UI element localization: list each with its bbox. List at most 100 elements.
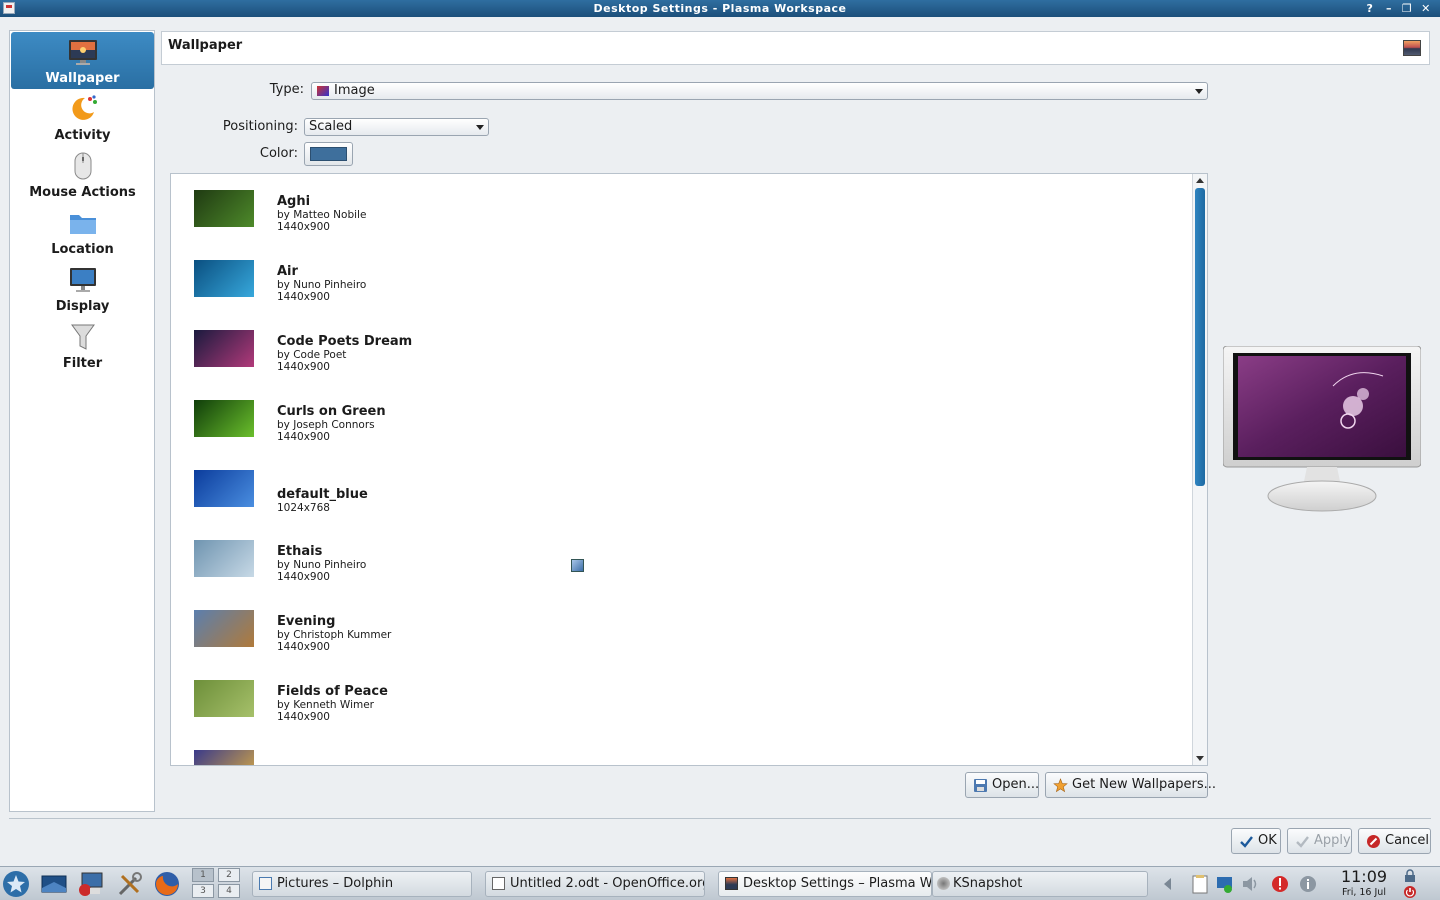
- minimize-button[interactable]: –: [1381, 0, 1397, 17]
- list-item[interactable]: Curls on Green by Joseph Connors 1440x900: [171, 384, 1191, 454]
- info-icon[interactable]: [1298, 874, 1318, 894]
- vertical-scrollbar[interactable]: [1192, 174, 1207, 765]
- type-select-value: Image: [334, 83, 375, 98]
- cancel-button[interactable]: Cancel: [1358, 828, 1431, 854]
- maximize-button[interactable]: ❐: [1399, 0, 1415, 17]
- apply-button[interactable]: Apply: [1287, 828, 1352, 854]
- chevron-down-icon: [1195, 89, 1203, 94]
- scroll-up-arrow-icon[interactable]: [1196, 178, 1204, 183]
- update-notifier-icon[interactable]: [1215, 874, 1235, 894]
- positioning-select[interactable]: Scaled: [304, 118, 489, 136]
- clock[interactable]: 11:09 Fri, 16 Jul: [1334, 867, 1394, 898]
- image-plugin-icon: [317, 86, 329, 96]
- pager-desktop-4[interactable]: 4: [218, 884, 240, 898]
- sidebar-item-location[interactable]: Location: [11, 203, 154, 260]
- wallpaper-thumbnail: [194, 260, 254, 297]
- list-item[interactable]: Finally Summer in Germany: [171, 734, 1191, 765]
- alert-icon[interactable]: [1270, 874, 1290, 894]
- folder-icon: [70, 215, 96, 234]
- kde-launcher-icon[interactable]: [2, 870, 30, 898]
- open-button[interactable]: Open...: [965, 772, 1039, 798]
- list-item[interactable]: Fields of Peace by Kenneth Wimer 1440x900: [171, 664, 1191, 734]
- ok-button[interactable]: OK: [1231, 828, 1281, 854]
- save-disk-icon: [974, 779, 987, 792]
- wallpaper-name: Ethais: [277, 544, 323, 559]
- sidebar-item-wallpaper[interactable]: Wallpaper: [11, 32, 154, 89]
- list-item[interactable]: default_blue 1024x768: [171, 454, 1191, 524]
- system-monitor-icon[interactable]: [76, 870, 104, 898]
- dolphin-icon: [259, 877, 272, 890]
- sidebar-item-filter[interactable]: Filter: [11, 317, 154, 374]
- wallpaper-author: by Joseph Connors: [277, 419, 375, 431]
- taskbar: 1 2 3 4 Pictures – Dolphin Untitled 2.od…: [0, 866, 1440, 900]
- list-item[interactable]: Aghi by Matteo Nobile 1440x900: [171, 174, 1191, 244]
- wallpaper-author: by Kenneth Wimer: [277, 699, 374, 711]
- sidebar-item-label: Filter: [62, 356, 103, 371]
- power-icon[interactable]: [1403, 885, 1417, 899]
- type-label: Type:: [269, 82, 304, 97]
- color-picker-button[interactable]: [304, 142, 353, 166]
- wallpaper-preview: [1223, 346, 1421, 512]
- wallpaper-resolution: 1440x900: [277, 571, 330, 583]
- lock-screen-icon[interactable]: [1403, 869, 1417, 883]
- sidebar-item-label: Activity: [54, 128, 111, 143]
- list-item[interactable]: Air by Nuno Pinheiro 1440x900: [171, 244, 1191, 314]
- list-item[interactable]: Code Poets Dream by Code Poet 1440x900: [171, 314, 1191, 384]
- chevron-down-icon: [476, 125, 484, 130]
- wallpaper-thumbnail: [194, 190, 254, 227]
- pager-desktop-3[interactable]: 3: [192, 884, 214, 898]
- sidebar-item-mouse-actions[interactable]: Mouse Actions: [11, 146, 154, 203]
- mouse-icon: [74, 152, 92, 180]
- window-titlebar[interactable]: Desktop Settings - Plasma Workspace ? – …: [0, 0, 1440, 17]
- type-select[interactable]: Image: [311, 82, 1208, 100]
- pager-desktop-2[interactable]: 2: [218, 868, 240, 882]
- display-icon: [70, 268, 96, 292]
- sidebar-item-label: Location: [51, 242, 114, 257]
- wallpaper-icon: [725, 877, 738, 890]
- task-dolphin[interactable]: Pictures – Dolphin: [252, 871, 472, 897]
- wallpaper-name: Air: [277, 264, 298, 279]
- tray-collapse-arrow-icon[interactable]: [1158, 874, 1178, 894]
- clipboard-icon[interactable]: [1190, 874, 1210, 894]
- get-new-wallpapers-button[interactable]: Get New Wallpapers...: [1045, 772, 1216, 798]
- wallpaper-author: by Nuno Pinheiro: [277, 279, 367, 291]
- color-label: Color:: [259, 146, 298, 161]
- list-item[interactable]: Ethais by Nuno Pinheiro 1440x900: [171, 524, 1191, 594]
- page-header: Wallpaper: [161, 31, 1430, 65]
- settings-sidebar: Wallpaper Activity Mouse Actions Locatio…: [9, 30, 155, 812]
- close-button[interactable]: ✕: [1418, 0, 1434, 17]
- checkmark-icon: [1240, 836, 1253, 848]
- help-button[interactable]: ?: [1362, 0, 1378, 17]
- wallpaper-thumbnail: [194, 330, 254, 367]
- sidebar-item-activity[interactable]: Activity: [11, 89, 154, 146]
- wallpaper-name: Aghi: [277, 194, 311, 209]
- wallpaper-name: Evening: [277, 614, 336, 629]
- wallpaper-icon: [69, 40, 97, 65]
- wallpaper-name: Fields of Peace: [277, 684, 388, 699]
- divider: [9, 818, 1431, 819]
- positioning-label: Positioning:: [222, 119, 298, 134]
- list-item[interactable]: Evening by Christoph Kummer 1440x900: [171, 594, 1191, 664]
- scrollbar-thumb[interactable]: [1195, 188, 1205, 486]
- pager-desktop-1[interactable]: 1: [192, 868, 214, 882]
- system-settings-icon[interactable]: [116, 870, 144, 898]
- volume-icon[interactable]: [1240, 874, 1260, 894]
- window-title: Desktop Settings - Plasma Workspace: [593, 2, 847, 15]
- wallpaper-list[interactable]: Aghi by Matteo Nobile 1440x900 Air by Nuno P…: [170, 173, 1208, 766]
- camera-icon: [937, 877, 950, 890]
- show-desktop-icon[interactable]: [40, 870, 68, 898]
- wallpaper-resolution: 1440x900: [277, 291, 330, 303]
- app-menu-icon[interactable]: [3, 2, 15, 14]
- cancel-icon: [1367, 835, 1380, 848]
- sidebar-item-display[interactable]: Display: [11, 260, 154, 317]
- task-ksnapshot[interactable]: KSnapshot: [932, 871, 1148, 897]
- clock-time: 11:09: [1340, 867, 1388, 886]
- wallpaper-author: by Code Poet: [277, 349, 347, 361]
- task-desktop-settings[interactable]: Desktop Settings – Plasma Wor: [718, 871, 932, 897]
- task-openoffice[interactable]: Untitled 2.odt - OpenOffice.org: [485, 871, 705, 897]
- wallpaper-author: by Nuno Pinheiro: [277, 559, 367, 571]
- checkmark-icon: [1296, 836, 1309, 848]
- firefox-icon[interactable]: [153, 870, 181, 898]
- sidebar-item-label: Display: [55, 299, 110, 314]
- scroll-down-arrow-icon[interactable]: [1196, 756, 1204, 761]
